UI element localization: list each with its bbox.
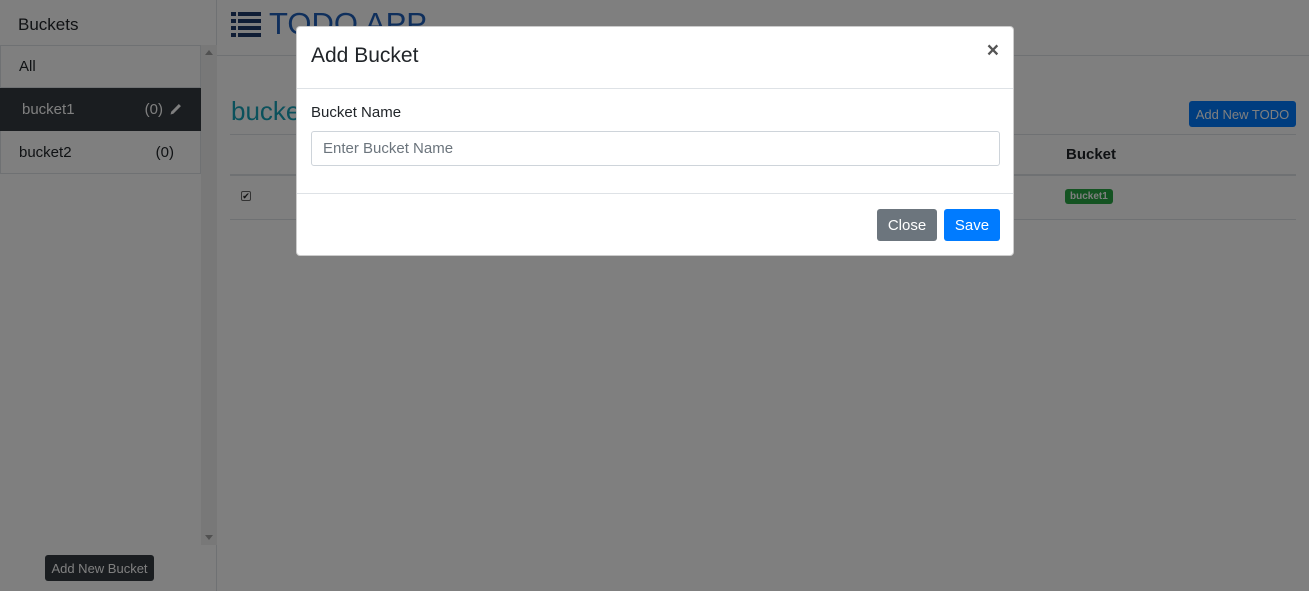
close-button[interactable]: Close [877,209,937,241]
modal-title: Add Bucket [311,44,419,67]
save-button[interactable]: Save [944,209,1000,241]
close-icon[interactable]: × [987,39,999,63]
modal-footer: Close Save [297,194,1013,256]
bucket-name-label: Bucket Name [311,104,402,121]
add-bucket-modal: Add Bucket × Bucket Name Close Save [296,26,1014,256]
modal-body: Bucket Name [297,89,1013,194]
modal-header: Add Bucket × [297,27,1013,89]
bucket-name-input[interactable] [311,131,1000,166]
